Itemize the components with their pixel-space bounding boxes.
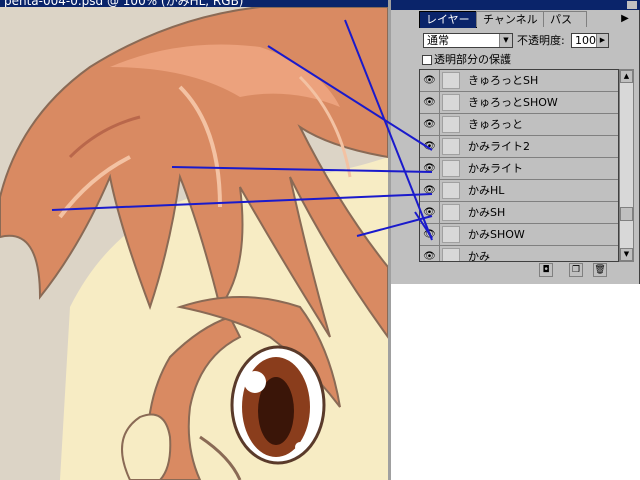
layer-name: かみ [468, 250, 490, 262]
tab-layers[interactable]: レイヤー [419, 11, 477, 28]
layer-name: かみSH [468, 206, 506, 219]
new-layer-icon[interactable]: ❐ [569, 263, 583, 277]
layer-row[interactable]: 👁 かみSHOW [420, 224, 618, 246]
scroll-down-button[interactable]: ▼ [620, 248, 633, 261]
layer-link-cell[interactable] [442, 72, 460, 89]
layer-link-cell[interactable] [442, 160, 460, 177]
palette-titlebar[interactable] [391, 0, 640, 10]
eye-icon[interactable]: 👁 [420, 158, 440, 179]
layer-row[interactable]: 👁 きゅろっと [420, 114, 618, 136]
layer-row[interactable]: 👁 かみSH [420, 202, 618, 224]
layer-link-cell[interactable] [442, 116, 460, 133]
eye-icon[interactable]: 👁 [420, 70, 440, 91]
opacity-field[interactable]: 100% ▶ [571, 33, 609, 48]
layer-name: きゅろっと [468, 118, 523, 131]
layers-palette[interactable]: レイヤー チャンネル パス ▶ 通常 ▼ 不透明度: 100% ▶ 透明部分の保… [391, 0, 640, 284]
illustration-canvas[interactable] [0, 7, 388, 480]
layer-link-cell[interactable] [442, 226, 460, 243]
layer-link-cell[interactable] [442, 248, 460, 261]
layer-row[interactable]: 👁 かみライト2 [420, 136, 618, 158]
preserve-transparency-checkbox[interactable] [422, 55, 432, 65]
eye-icon[interactable]: 👁 [420, 246, 440, 261]
document-titlebar[interactable]: penta-004-0.psd @ 100% (かみHL, RGB) [0, 0, 391, 8]
layer-name: きゅろっとSHOW [468, 96, 558, 109]
palette-menu-button[interactable]: ▶ [619, 13, 631, 25]
eye-icon[interactable]: 👁 [420, 114, 440, 135]
triangle-right-icon: ▶ [621, 13, 629, 24]
scroll-thumb[interactable] [620, 207, 633, 221]
layer-name: かみHL [468, 184, 505, 197]
layer-name: かみライト [468, 162, 523, 175]
layer-row[interactable]: 👁 かみライト [420, 158, 618, 180]
layer-row[interactable]: 👁 かみHL [420, 180, 618, 202]
eye-icon[interactable]: 👁 [420, 180, 440, 201]
chevron-down-icon[interactable]: ▼ [499, 34, 512, 47]
blend-mode-select[interactable]: 通常 ▼ [423, 33, 513, 48]
blend-mode-value: 通常 [427, 34, 449, 47]
scroll-up-button[interactable]: ▲ [620, 70, 633, 83]
eye-icon[interactable]: 👁 [420, 92, 440, 113]
layer-link-cell[interactable] [442, 182, 460, 199]
document-window[interactable]: penta-004-0.psd @ 100% (かみHL, RGB) [0, 0, 391, 480]
layer-list-scrollbar[interactable]: ▲ ▼ [619, 69, 634, 262]
eye-icon[interactable]: 👁 [420, 224, 440, 245]
layer-link-cell[interactable] [442, 138, 460, 155]
eye-icon[interactable]: 👁 [420, 136, 440, 157]
trash-icon[interactable]: 🗑 [593, 263, 607, 277]
layer-name: かみSHOW [468, 228, 525, 241]
layer-name: かみライト2 [468, 140, 530, 153]
layer-row[interactable]: 👁 きゅろっとSHOW [420, 92, 618, 114]
tab-channels[interactable]: チャンネル [476, 11, 544, 27]
layer-name: きゅろっとSH [468, 74, 539, 87]
palette-close-button[interactable] [627, 1, 637, 9]
layer-row[interactable]: 👁 かみ [420, 246, 618, 262]
eye-icon[interactable]: 👁 [420, 202, 440, 223]
preserve-transparency-label: 透明部分の保護 [434, 53, 511, 66]
layer-link-cell[interactable] [442, 94, 460, 111]
layer-link-cell[interactable] [442, 204, 460, 221]
layer-row[interactable]: 👁 きゅろっとSH [420, 70, 618, 92]
triangle-right-icon[interactable]: ▶ [596, 34, 608, 47]
layer-list: 👁 きゅろっとSH 👁 きゅろっとSHOW 👁 きゅろっと 👁 かみライト2 👁… [419, 69, 619, 262]
opacity-label: 不透明度: [517, 34, 565, 47]
tab-paths[interactable]: パス [543, 11, 587, 27]
new-mask-icon[interactable]: ◘ [539, 263, 553, 277]
